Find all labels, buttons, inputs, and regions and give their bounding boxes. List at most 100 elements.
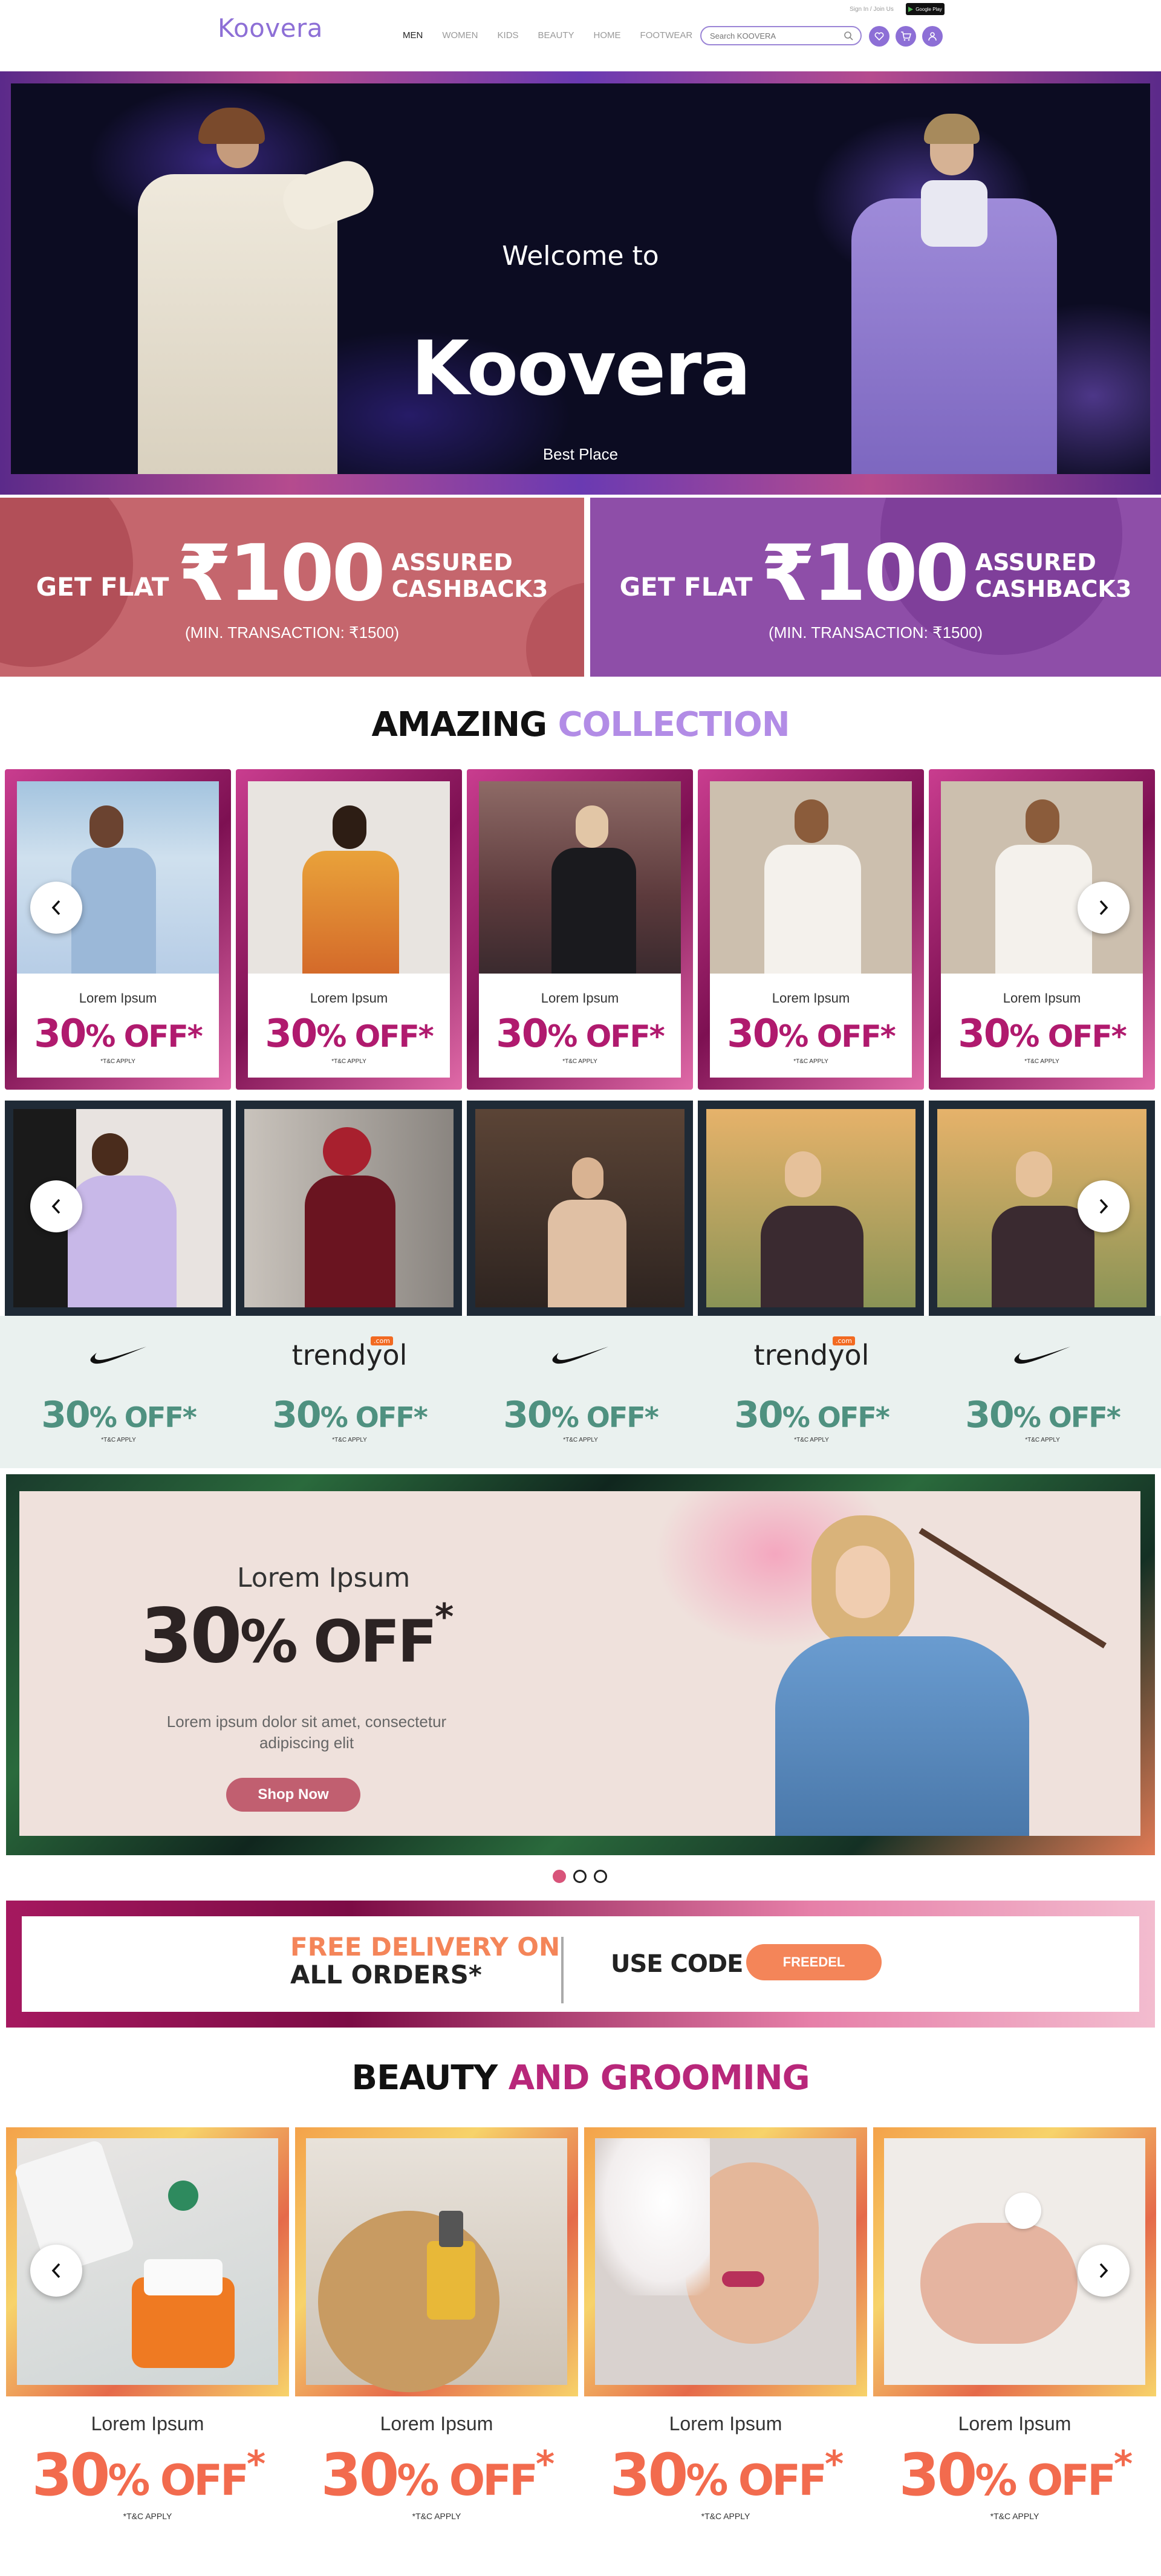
brand-card-image[interactable] xyxy=(236,1101,462,1316)
nav-kids[interactable]: KIDS xyxy=(498,30,519,41)
collection-heading-b: COLLECTION xyxy=(558,705,790,744)
chevron-right-icon xyxy=(1099,1199,1108,1214)
nav-footwear[interactable]: FOOTWEAR xyxy=(640,30,693,41)
card-tc: *T&C APPLY xyxy=(331,1058,366,1065)
nike-logo xyxy=(466,1334,695,1376)
chevron-left-icon xyxy=(51,1199,60,1214)
brand-card-image[interactable] xyxy=(467,1101,693,1316)
beauty-offer[interactable]: Lorem Ipsum 30% OFF* *T&C APPLY xyxy=(6,2413,289,2521)
beauty-next-button[interactable] xyxy=(1078,2245,1130,2297)
beauty-tc: *T&C APPLY xyxy=(412,2511,461,2521)
collection-card[interactable]: Lorem Ipsum 30% OFF* *T&C APPLY xyxy=(5,769,231,1090)
brand-prev-button[interactable] xyxy=(30,1180,82,1232)
trendyol-logo: trendyol .com xyxy=(753,1336,870,1371)
collection-card-image xyxy=(479,781,681,974)
beauty-discount: 30% OFF* xyxy=(899,2441,1133,2509)
beauty-offer[interactable]: Lorem Ipsum 30% OFF* *T&C APPLY xyxy=(295,2413,578,2521)
card-discount: 30% OFF* xyxy=(727,1012,896,1056)
hero-welcome-text: Welcome to xyxy=(502,241,659,272)
collection-card-image xyxy=(941,781,1143,974)
card-discount: 30% OFF* xyxy=(34,1012,203,1056)
search-icon[interactable] xyxy=(844,31,853,41)
cashback-label: CASHBACK3 xyxy=(975,576,1132,602)
beauty-discount: 30% OFF* xyxy=(320,2441,555,2509)
free-delivery-banner[interactable]: FREE DELIVERY ON ALL ORDERS* USE CODE FR… xyxy=(6,1901,1155,2028)
carousel-dot-1[interactable] xyxy=(553,1870,566,1883)
delivery-divider xyxy=(561,1937,564,2003)
beauty-card-title: Lorem Ipsum xyxy=(958,2413,1072,2435)
promo-discount: 30% OFF* xyxy=(140,1593,454,1680)
beauty-offer[interactable]: Lorem Ipsum 30% OFF* *T&C APPLY xyxy=(584,2413,867,2521)
store-badge-label: Google Play xyxy=(915,6,942,12)
shop-now-button[interactable]: Shop Now xyxy=(226,1778,360,1812)
beauty-heading: BEAUTY AND GROOMING xyxy=(0,2058,1161,2098)
cart-icon xyxy=(901,31,911,41)
beauty-prev-button[interactable] xyxy=(30,2245,82,2297)
hero-title: Koovera xyxy=(411,325,751,412)
cashback-banner-1[interactable]: GET FLAT ₹100 ASSURED CASHBACK3 (MIN. TRA… xyxy=(0,498,584,677)
beauty-offer[interactable]: Lorem Ipsum 30% OFF* *T&C APPLY xyxy=(873,2413,1156,2521)
brand-discount: 30% OFF* xyxy=(41,1394,197,1436)
nike-swoosh-icon xyxy=(1014,1347,1070,1364)
promo-code-button[interactable]: FREEDEL xyxy=(746,1944,882,1980)
carousel-dot-2[interactable] xyxy=(573,1870,587,1883)
signin-link[interactable]: Sign In / Join Us xyxy=(850,6,894,13)
hero-banner[interactable]: Welcome to Koovera Best Place xyxy=(0,71,1161,495)
brand-discount: 30% OFF* xyxy=(734,1394,890,1436)
nav-women[interactable]: WOMEN xyxy=(442,30,478,41)
brand-discount: 30% OFF* xyxy=(272,1394,428,1436)
brand-offer[interactable]: 30% OFF* *T&C APPLY xyxy=(928,1334,1157,1443)
collection-card-image xyxy=(248,781,450,974)
nav-men[interactable]: MEN xyxy=(403,30,423,41)
card-discount: 30% OFF* xyxy=(496,1012,665,1056)
beauty-heading-a: BEAUTY xyxy=(351,2058,498,2098)
chevron-right-icon xyxy=(1099,2263,1108,2278)
nike-swoosh-icon xyxy=(552,1347,608,1364)
delivery-line2: ALL ORDERS* xyxy=(290,1960,482,1989)
brand-offer[interactable]: 30% OFF* *T&C APPLY xyxy=(4,1334,233,1443)
nav-home[interactable]: HOME xyxy=(594,30,621,41)
hero-background xyxy=(11,83,1150,474)
beauty-tc: *T&C APPLY xyxy=(990,2511,1039,2521)
collection-card[interactable]: Lorem Ipsum 30% OFF* *T&C APPLY xyxy=(467,769,693,1090)
google-play-badge[interactable]: Google Play xyxy=(906,3,945,15)
wishlist-button[interactable] xyxy=(869,26,889,47)
nav-beauty[interactable]: BEAUTY xyxy=(538,30,574,41)
brand-card-image[interactable] xyxy=(698,1101,924,1316)
cashback-amount: ₹100 xyxy=(177,529,385,619)
brand-offer[interactable]: 30% OFF* *T&C APPLY xyxy=(466,1334,695,1443)
collection-card[interactable]: Lorem Ipsum 30% OFF* *T&C APPLY xyxy=(929,769,1155,1090)
promo-description: Lorem ipsum dolor sit amet, consectetur … xyxy=(166,1712,447,1752)
cashback-banner-2[interactable]: GET FLAT ₹100 ASSURED CASHBACK3 (MIN. TRA… xyxy=(590,498,1161,677)
cashback-label: CASHBACK3 xyxy=(391,576,548,602)
cashback-amount: ₹100 xyxy=(761,529,969,619)
brand-offers-strip: 30% OFF* *T&C APPLY trendyol .com 30% OFF… xyxy=(0,1316,1161,1468)
beauty-card-image[interactable] xyxy=(584,2127,867,2396)
brand-offer[interactable]: trendyol .com 30% OFF* *T&C APPLY xyxy=(235,1334,464,1443)
brand-tc: *T&C APPLY xyxy=(563,1437,598,1443)
collection-card[interactable]: Lorem Ipsum 30% OFF* *T&C APPLY xyxy=(236,769,462,1090)
brand-next-button[interactable] xyxy=(1078,1180,1130,1232)
cart-button[interactable] xyxy=(896,26,916,47)
collection-next-button[interactable] xyxy=(1078,882,1130,934)
main-nav: MEN WOMEN KIDS BEAUTY HOME FOOTWEAR xyxy=(403,30,692,41)
beauty-heading-b: AND GROOMING xyxy=(508,2058,810,2098)
beauty-card-title: Lorem Ipsum xyxy=(91,2413,204,2435)
carousel-dot-3[interactable] xyxy=(594,1870,607,1883)
collection-card[interactable]: Lorem Ipsum 30% OFF* *T&C APPLY xyxy=(698,769,924,1090)
cashback-flat-label: GET FLAT xyxy=(619,571,753,602)
collection-heading: AMAZING COLLECTION xyxy=(0,705,1161,744)
collection-heading-a: AMAZING xyxy=(371,705,547,744)
brand-tc: *T&C APPLY xyxy=(101,1437,136,1443)
beauty-card-image[interactable] xyxy=(295,2127,578,2396)
site-logo[interactable]: Koovera xyxy=(218,13,323,43)
cashback-flat-label: GET FLAT xyxy=(36,571,169,602)
brand-offer[interactable]: trendyol .com 30% OFF* *T&C APPLY xyxy=(697,1334,926,1443)
search-input[interactable] xyxy=(710,31,837,41)
brand-discount: 30% OFF* xyxy=(503,1394,659,1436)
nike-swoosh-icon xyxy=(90,1347,146,1364)
collection-prev-button[interactable] xyxy=(30,882,82,934)
card-title: Lorem Ipsum xyxy=(1003,990,1081,1006)
account-button[interactable] xyxy=(922,26,943,47)
brand-discount: 30% OFF* xyxy=(965,1394,1121,1436)
